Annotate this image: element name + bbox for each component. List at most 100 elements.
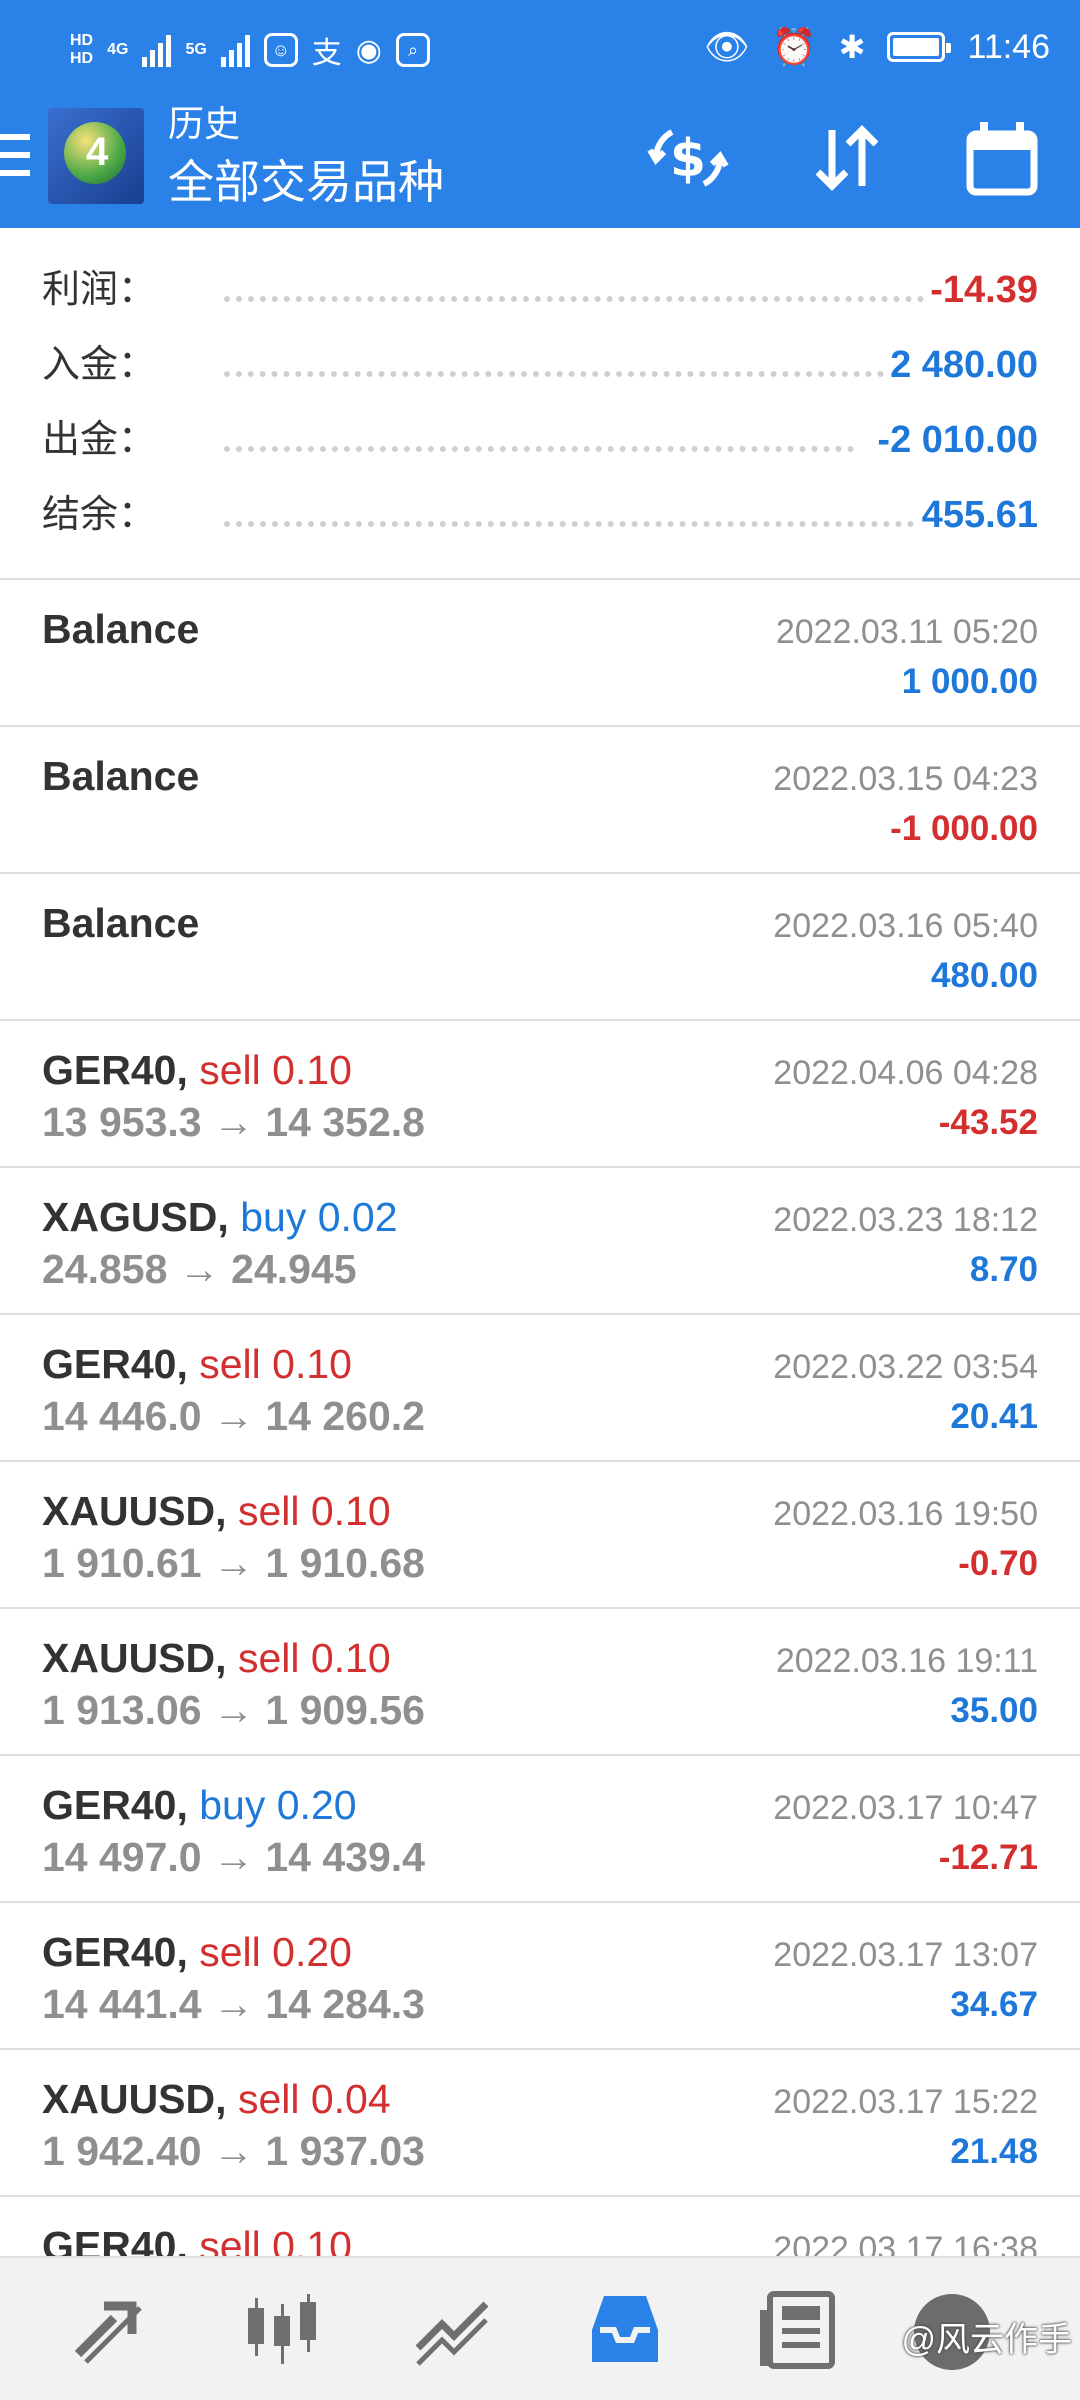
signal-icon <box>142 33 172 67</box>
battery-icon <box>887 32 952 62</box>
row-symbol: GER40, <box>42 1047 188 1093</box>
row-side: buy 0.02 <box>240 1194 398 1240</box>
summary-row-profit: 利润： -14.39 <box>42 260 1038 320</box>
row-symbol: XAUUSD, <box>42 1635 227 1681</box>
row-symbol: XAUUSD, <box>42 1488 227 1534</box>
row-date: 2022.03.17 13:07 <box>773 1936 1038 1974</box>
network-4g-label: 4G <box>107 41 129 58</box>
row-symbol: Balance <box>42 606 200 652</box>
row-date: 2022.03.17 10:47 <box>773 1789 1038 1827</box>
app-bar: 4 历史 全部交易品种 $ <box>0 100 1080 228</box>
alarm-icon: ⏰ <box>771 26 817 67</box>
summary-value: 455.61 <box>921 494 1038 536</box>
hd-indicator: HD HD <box>70 32 94 67</box>
summary-row-deposit: 入金： 2 480.00 <box>42 335 1038 395</box>
summary-value: -2 010.00 <box>877 419 1038 461</box>
row-amount: -43.52 <box>938 1103 1038 1142</box>
browser-icon: ◉ <box>355 33 382 67</box>
history-row[interactable]: XAUUSD, sell 0.10 1 913.06 → 1 909.56 20… <box>0 1609 1080 1756</box>
summary-row-withdrawal: 出金： -2 010.00 <box>42 410 1038 470</box>
row-side: sell 0.10 <box>199 2223 352 2256</box>
menu-icon[interactable] <box>0 134 30 184</box>
history-row[interactable]: XAUUSD, sell 0.04 1 942.40 → 1 937.03 20… <box>0 2050 1080 2197</box>
quotes-icon[interactable] <box>64 2284 154 2374</box>
row-side: sell 0.10 <box>199 1047 352 1093</box>
bottom-navigation: @风云作手 <box>0 2256 1080 2400</box>
history-list[interactable]: Balance 2022.03.11 05:20 1 000.00 Balanc… <box>0 580 1080 2256</box>
news-icon[interactable] <box>752 2284 842 2374</box>
signal-icon-2 <box>220 33 250 67</box>
row-symbol: GER40, <box>42 1782 188 1828</box>
row-prices: 14 441.4 → 14 284.3 <box>42 1981 425 2027</box>
page-title: 历史 <box>168 103 241 144</box>
history-row[interactable]: Balance 2022.03.15 04:23 -1 000.00 <box>0 727 1080 874</box>
row-date: 2022.03.16 19:50 <box>773 1495 1038 1533</box>
history-icon[interactable] <box>580 2284 670 2374</box>
history-row[interactable]: Balance 2022.03.16 05:40 480.00 <box>0 874 1080 1021</box>
summary-value: -14.39 <box>930 269 1038 311</box>
summary-dots <box>224 521 914 529</box>
history-row[interactable]: GER40, sell 0.10 14 446.0 → 14 260.2 202… <box>0 1315 1080 1462</box>
summary-dots <box>224 371 884 379</box>
row-prices: 14 446.0 → 14 260.2 <box>42 1393 425 1439</box>
summary-label: 结余： <box>42 494 157 536</box>
row-date: 2022.03.23 18:12 <box>773 1201 1038 1239</box>
row-amount: 21.48 <box>950 2132 1038 2171</box>
summary-label: 出金： <box>42 419 157 461</box>
row-symbol: GER40, <box>42 2223 188 2256</box>
row-date: 2022.03.15 04:23 <box>773 760 1038 798</box>
row-prices: 1 913.06 → 1 909.56 <box>42 1687 425 1733</box>
status-icons-left: HD HD 4G 5G ☺ 支 ◉ ⌕ <box>70 28 430 72</box>
row-date: 2022.03.17 16:38 <box>773 2230 1038 2256</box>
history-row[interactable]: Balance 2022.03.11 05:20 1 000.00 <box>0 580 1080 727</box>
bluetooth-icon: ✱ <box>838 29 866 65</box>
row-amount: 1 000.00 <box>901 662 1038 701</box>
summary-dots <box>224 446 854 454</box>
row-symbol: XAGUSD, <box>42 1194 229 1240</box>
row-amount: 35.00 <box>950 1691 1038 1730</box>
eye-icon: 👁 <box>704 26 750 67</box>
row-date: 2022.03.22 03:54 <box>773 1348 1038 1386</box>
network-5g-label: 5G <box>185 41 207 58</box>
svg-text:$: $ <box>670 129 706 189</box>
row-symbol: GER40, <box>42 1929 188 1975</box>
alipay-icon: 支 <box>311 37 342 70</box>
summary-value: 2 480.00 <box>890 344 1038 386</box>
clock-time: 11:46 <box>967 27 1050 66</box>
history-row[interactable]: GER40, buy 0.20 14 497.0 → 14 439.4 2022… <box>0 1756 1080 1903</box>
row-symbol: GER40, <box>42 1341 188 1387</box>
chart-icon[interactable] <box>236 2284 326 2374</box>
row-amount: 34.67 <box>950 1985 1038 2024</box>
watermark: @风云作手 <box>901 2321 1072 2359</box>
row-date: 2022.03.11 05:20 <box>775 613 1038 651</box>
summary-panel: 利润： -14.39 入金： 2 480.00 出金： -2 010.00 结余… <box>0 228 1080 580</box>
row-prices: 13 953.3 → 14 352.8 <box>42 1099 425 1145</box>
row-date: 2022.03.17 15:22 <box>773 2083 1038 2121</box>
history-row[interactable]: XAGUSD, buy 0.02 24.858 → 24.945 2022.03… <box>0 1168 1080 1315</box>
currency-exchange-icon[interactable]: $ <box>646 116 730 200</box>
history-row[interactable]: GER40, sell 0.20 14 441.4 → 14 284.3 202… <box>0 1903 1080 2050</box>
history-row[interactable]: XAUUSD, sell 0.10 1 910.61 → 1 910.68 20… <box>0 1462 1080 1609</box>
row-symbol: XAUUSD, <box>42 2076 227 2122</box>
summary-dots <box>224 296 924 304</box>
row-date: 2022.03.16 05:40 <box>773 907 1038 945</box>
row-amount: 8.70 <box>969 1250 1038 1289</box>
metatrader-logo[interactable]: 4 <box>48 108 144 204</box>
history-row[interactable]: GER40, sell 0.10 2022.03.17 16:38 <box>0 2197 1080 2256</box>
row-side: buy 0.20 <box>199 1782 357 1828</box>
row-prices: 1 942.40 → 1 937.03 <box>42 2128 425 2174</box>
row-prices: 1 910.61 → 1 910.68 <box>42 1540 425 1586</box>
symbol-filter[interactable]: 全部交易品种 <box>168 154 444 210</box>
row-prices: 14 497.0 → 14 439.4 <box>42 1834 425 1880</box>
row-amount: 480.00 <box>930 956 1038 995</box>
trade-icon[interactable] <box>408 2284 498 2374</box>
calendar-icon[interactable] <box>960 116 1044 200</box>
search-notification-icon: ⌕ <box>395 33 430 67</box>
row-amount: -1 000.00 <box>890 809 1038 848</box>
sort-icon[interactable] <box>804 116 888 200</box>
row-amount: -12.71 <box>938 1838 1038 1877</box>
row-amount: 20.41 <box>950 1397 1038 1436</box>
row-date: 2022.04.06 04:28 <box>773 1054 1038 1092</box>
history-row[interactable]: GER40, sell 0.10 13 953.3 → 14 352.8 202… <box>0 1021 1080 1168</box>
app-notification-icon: ☺ <box>263 33 298 67</box>
